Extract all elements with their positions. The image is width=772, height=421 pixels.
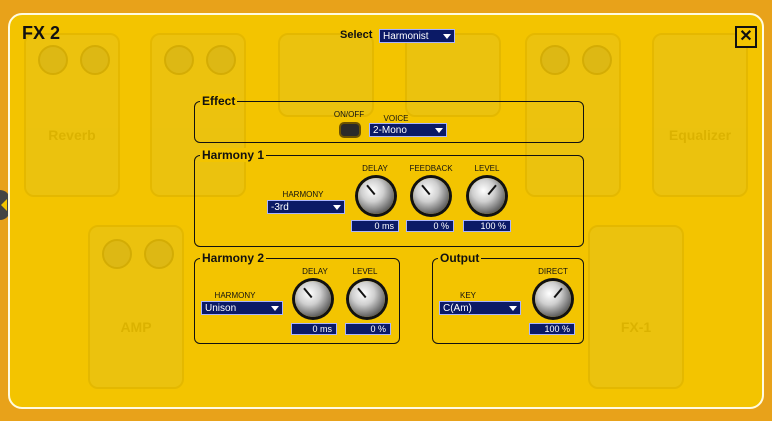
harmony1-delay-value: 0 ms [351,220,399,232]
harmony2-group-title: Harmony 2 [200,251,267,265]
chevron-left-icon [1,199,7,211]
harmony2-delay-value: 0 ms [291,323,337,335]
bg-pedal-equalizer: Equalizer [652,33,748,197]
harmony2-harmony-select[interactable]: Unison [201,301,283,315]
effect-type-select[interactable]: Harmonist [379,29,455,43]
harmony1-level-value: 100 % [463,220,511,232]
harmony2-group: Harmony 2 HARMONY Unison 0 ms DELAY 0 ms… [194,251,400,344]
direct-value: 100 % [529,323,575,335]
bg-knob [80,45,110,75]
voice-label: VOICE [383,114,409,123]
harmony2-delay-label: DELAY [302,267,328,276]
onoff-toggle[interactable] [339,122,361,138]
close-button[interactable]: ✕ [735,26,757,48]
voice-select[interactable]: 2-Mono [369,123,447,137]
direct-knob[interactable] [535,281,571,317]
bg-pedal-fx1: FX-1 [588,225,684,389]
bg-pedal-equalizer-label: Equalizer [668,127,732,143]
harmony1-feedback-value: 0 % [406,220,454,232]
harmony1-harmony-select[interactable]: -3rd [267,200,345,214]
effect-group-title: Effect [200,94,238,108]
fx2-dialog: Reverb Equalizer AMP FX-1 FX 2 ✕ Select … [8,13,764,409]
close-icon: ✕ [739,28,753,45]
harmony1-feedback-knob[interactable] [413,178,449,214]
bg-knob [164,45,194,75]
key-select[interactable]: C(Am) [439,301,521,315]
direct-label: DIRECT [538,267,568,276]
select-label: Select [340,29,373,41]
harmony2-level-label: LEVEL [352,267,378,276]
harmony1-feedback-label: FEEDBACK [409,164,453,173]
key-label: KEY [459,291,476,300]
bg-knob [206,45,236,75]
bg-knob [38,45,68,75]
effect-type-value: Harmonist [383,31,429,42]
harmony1-group-title: Harmony 1 [200,148,267,162]
chevron-down-icon [333,205,341,210]
harmony2-harmony-value: Unison [205,303,237,314]
harmony2-delay-knob[interactable] [295,281,331,317]
harmony1-harmony-value: -3rd [271,202,289,213]
harmony2-level-knob[interactable] [349,281,385,317]
bg-knob [582,45,612,75]
chevron-down-icon [509,306,517,311]
bg-knob [144,239,174,269]
harmony1-group: Harmony 1 HARMONY -3rd DELAY 0 ms FEEDBA… [194,148,584,247]
chevron-down-icon [435,128,443,133]
key-value: C(Am) [443,303,472,314]
window-title: FX 2 [22,23,61,43]
effect-group: Effect ON/OFF VOICE 2-Mono [194,94,584,143]
chevron-down-icon [271,306,279,311]
output-group: Output KEY C(Am) DIRECT 100 % [432,251,584,344]
voice-value: 2-Mono [373,125,407,136]
harmony1-level-knob[interactable] [469,178,505,214]
chevron-down-icon [443,34,451,39]
harmony1-delay-knob[interactable] [358,178,394,214]
bg-pedal-reverb-label: Reverb [48,127,96,143]
harmony1-delay-label: DELAY [362,164,388,173]
harmony1-level-label: LEVEL [474,164,500,173]
bg-knob [540,45,570,75]
bg-knob [102,239,132,269]
output-group-title: Output [438,251,482,265]
harmony1-harmony-label: HARMONY [282,190,324,199]
bg-pedal-amp-label: AMP [120,319,152,335]
harmony2-level-value: 0 % [345,323,391,335]
harmony2-harmony-label: HARMONY [214,291,256,300]
onoff-label: ON/OFF [333,110,365,119]
bg-pedal-fx1-label: FX-1 [620,319,652,335]
